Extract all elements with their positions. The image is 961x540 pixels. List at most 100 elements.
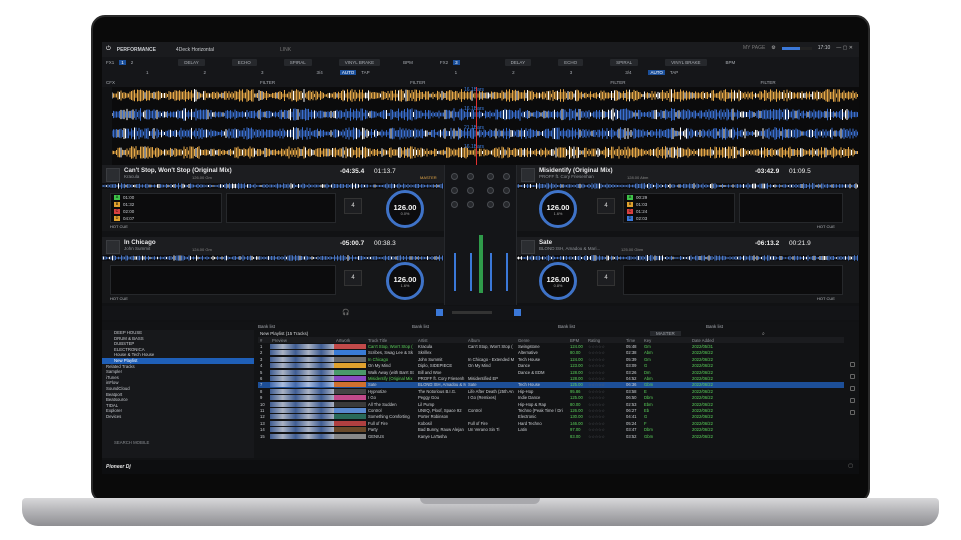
bank-list-1[interactable]: Bank list <box>258 324 275 329</box>
column-header[interactable]: Track Title <box>366 338 416 343</box>
fx1-beat[interactable]: 3/4 <box>317 70 323 75</box>
rating-stars[interactable]: ☆☆☆☆☆ <box>586 344 624 349</box>
search-mobile[interactable]: SEARCH MOBILE <box>102 440 149 446</box>
preview-waveform[interactable] <box>270 350 334 356</box>
side-button-1[interactable] <box>850 362 855 367</box>
pad-grid[interactable] <box>739 193 843 223</box>
column-header[interactable]: # <box>258 338 270 343</box>
eq-knob-4[interactable] <box>503 187 510 194</box>
crossfader-assign-b[interactable] <box>514 309 521 316</box>
pad-grid[interactable] <box>623 265 843 295</box>
settings-icon[interactable]: ⚙ <box>771 45 775 51</box>
fx2-assign-1[interactable]: 3 <box>453 59 460 65</box>
preview-waveform[interactable] <box>270 401 334 407</box>
bank-list-3[interactable]: Bank list <box>558 324 575 329</box>
eq-knob-8[interactable] <box>503 201 510 208</box>
table-row[interactable]: 15 GENIUS Kanye LaTasha 83.00 ☆☆☆☆☆ 03:52 Gbm 2… <box>258 433 844 439</box>
channel-fader-4[interactable] <box>506 253 508 291</box>
cfx-filter-3[interactable]: FILTER <box>610 80 625 85</box>
headphones-icon[interactable]: 🎧 <box>342 309 349 316</box>
mini-waveform[interactable] <box>517 183 859 189</box>
eq-knob-6[interactable] <box>467 201 474 208</box>
crossfader-assign-a[interactable] <box>436 309 443 316</box>
rating-stars[interactable]: ☆☆☆☆☆ <box>586 382 624 387</box>
crossfader[interactable] <box>452 311 492 314</box>
column-header[interactable]: Key <box>642 338 690 343</box>
fx2-slot-1[interactable]: DELAY <box>504 58 532 66</box>
channel-fader-1[interactable] <box>454 253 456 291</box>
channel-fader-3[interactable] <box>490 253 492 291</box>
loop-length[interactable]: 4 <box>597 270 615 286</box>
fx1-assign-2[interactable]: 2 <box>131 60 134 65</box>
preview-waveform[interactable] <box>270 414 334 420</box>
channel-fader-2[interactable] <box>470 253 472 291</box>
jog-wheel[interactable]: 126.00 0.0% <box>386 190 424 228</box>
hotcue-label[interactable]: HOT CUE <box>817 296 835 301</box>
layout-select[interactable]: 4Deck Horizontal <box>176 47 214 53</box>
fx2-tap-button[interactable]: TAP <box>670 70 678 75</box>
rating-stars[interactable]: ☆☆☆☆☆ <box>586 350 624 355</box>
rating-stars[interactable]: ☆☆☆☆☆ <box>586 395 624 400</box>
column-header[interactable]: Genre <box>516 338 568 343</box>
link-button[interactable]: LINK <box>280 47 291 53</box>
eq-knob-3[interactable] <box>487 187 494 194</box>
trim-knob-3[interactable] <box>487 173 494 180</box>
trim-knob-1[interactable] <box>451 173 458 180</box>
preview-waveform[interactable] <box>270 363 334 369</box>
cfx-filter-2[interactable]: FILTER <box>410 80 425 85</box>
hotcue-label[interactable]: HOT CUE <box>817 224 835 229</box>
window-controls[interactable]: — ▢ ✕ <box>836 45 853 51</box>
preview-waveform[interactable] <box>270 376 334 382</box>
side-button-3[interactable] <box>850 386 855 391</box>
fx1-slot-1[interactable]: DELAY <box>178 58 205 66</box>
loop-length[interactable]: 4 <box>597 198 615 214</box>
preview-waveform[interactable] <box>270 407 334 413</box>
bank-list-4[interactable]: Bank list <box>706 324 723 329</box>
preview-waveform[interactable] <box>270 420 334 426</box>
rating-stars[interactable]: ☆☆☆☆☆ <box>586 434 624 439</box>
trim-knob-4[interactable] <box>503 173 510 180</box>
jog-wheel[interactable]: 126.00 1.6% <box>386 262 424 300</box>
loop-length[interactable]: 4 <box>344 198 362 214</box>
rating-stars[interactable]: ☆☆☆☆☆ <box>586 357 624 362</box>
rating-stars[interactable]: ☆☆☆☆☆ <box>586 402 624 407</box>
fx2-slot-3[interactable]: SPIRAL <box>610 58 639 66</box>
jog-wheel[interactable]: 126.00 0.8% <box>539 262 577 300</box>
mini-waveform[interactable] <box>517 255 859 261</box>
preview-waveform[interactable] <box>270 344 334 350</box>
preview-waveform[interactable] <box>270 369 334 375</box>
eq-knob-2[interactable] <box>467 187 474 194</box>
eq-knob-5[interactable] <box>451 201 458 208</box>
rating-stars[interactable]: ☆☆☆☆☆ <box>586 414 624 419</box>
preview-waveform[interactable] <box>270 433 334 439</box>
pad-grid[interactable] <box>226 193 336 223</box>
preview-waveform[interactable] <box>270 427 334 433</box>
preview-waveform[interactable] <box>270 356 334 362</box>
column-header[interactable]: Time <box>624 338 642 343</box>
rating-stars[interactable]: ☆☆☆☆☆ <box>586 408 624 413</box>
side-button-4[interactable] <box>850 398 855 403</box>
master-badge[interactable]: MASTER <box>420 175 437 180</box>
side-button-5[interactable] <box>850 410 855 415</box>
cfx-filter-4[interactable]: FILTER <box>761 80 776 85</box>
hotcue-label[interactable]: HOT CUE <box>110 224 128 229</box>
jog-wheel[interactable]: 126.00 1.6% <box>539 190 577 228</box>
fx1-tap-button[interactable]: TAP <box>361 70 369 75</box>
hotcue-label[interactable]: HOT CUE <box>110 296 128 301</box>
rating-stars[interactable]: ☆☆☆☆☆ <box>586 421 624 426</box>
rating-stars[interactable]: ☆☆☆☆☆ <box>586 370 624 375</box>
trim-knob-2[interactable] <box>467 173 474 180</box>
loop-length[interactable]: 4 <box>344 270 362 286</box>
mode-select[interactable]: PERFORMANCE <box>117 47 156 53</box>
mini-waveform[interactable] <box>102 183 444 189</box>
waveform-area[interactable]: 16.1Bars 16.1Bars 21.1Bars 16.1Bars <box>112 87 859 165</box>
eq-knob-1[interactable] <box>451 187 458 194</box>
rating-stars[interactable]: ☆☆☆☆☆ <box>586 363 624 368</box>
preview-waveform[interactable] <box>270 388 334 394</box>
column-header[interactable]: Artwork <box>334 338 366 343</box>
fx1-slot-2[interactable]: ECHO <box>231 58 257 66</box>
column-header[interactable]: BPM <box>568 338 586 343</box>
column-header[interactable]: Rating <box>586 338 624 343</box>
column-header[interactable]: Album <box>466 338 516 343</box>
side-button-2[interactable] <box>850 374 855 379</box>
